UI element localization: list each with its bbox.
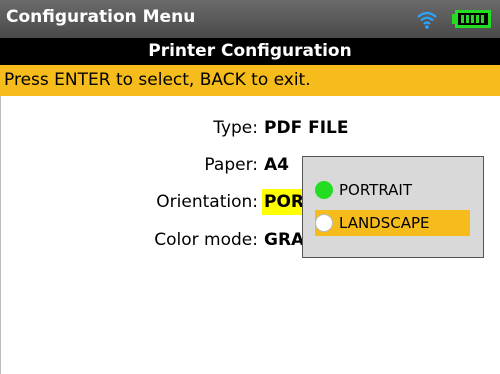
- instruction-bar: Press ENTER to select, BACK to exit.: [0, 65, 500, 96]
- field-orientation[interactable]: Orientation: POR: [0, 189, 304, 215]
- title-bar: Configuration Menu: [0, 0, 500, 38]
- field-orientation-value: POR: [262, 189, 304, 215]
- field-type-label: Type:: [213, 118, 258, 138]
- page-title: Printer Configuration: [0, 38, 500, 65]
- field-paper-label: Paper:: [204, 155, 258, 175]
- field-color-mode[interactable]: Color mode: GRA: [0, 227, 302, 253]
- green-dot-icon: [315, 181, 333, 199]
- field-color-mode-label: Color mode:: [154, 230, 258, 250]
- option-landscape-label: LANDSCAPE: [339, 214, 430, 232]
- orientation-popup: PORTRAIT LANDSCAPE: [302, 156, 484, 258]
- white-dot-icon: [315, 214, 333, 232]
- field-type[interactable]: Type: PDF FILE: [0, 115, 500, 141]
- field-color-mode-value: GRA: [264, 230, 302, 250]
- option-portrait[interactable]: PORTRAIT: [315, 177, 470, 203]
- field-orientation-label: Orientation:: [156, 192, 258, 212]
- app-title: Configuration Menu: [6, 7, 196, 27]
- option-portrait-label: PORTRAIT: [339, 181, 413, 199]
- field-type-value: PDF FILE: [264, 118, 349, 138]
- instruction-text: Press ENTER to select, BACK to exit.: [4, 70, 311, 90]
- field-paper[interactable]: Paper: A4: [0, 152, 302, 178]
- field-paper-value: A4: [264, 155, 289, 175]
- device-screen: Configuration Menu Printer Configuration…: [0, 0, 500, 374]
- option-landscape[interactable]: LANDSCAPE: [315, 210, 470, 236]
- battery-icon: [452, 10, 491, 28]
- wifi-icon: [417, 11, 437, 29]
